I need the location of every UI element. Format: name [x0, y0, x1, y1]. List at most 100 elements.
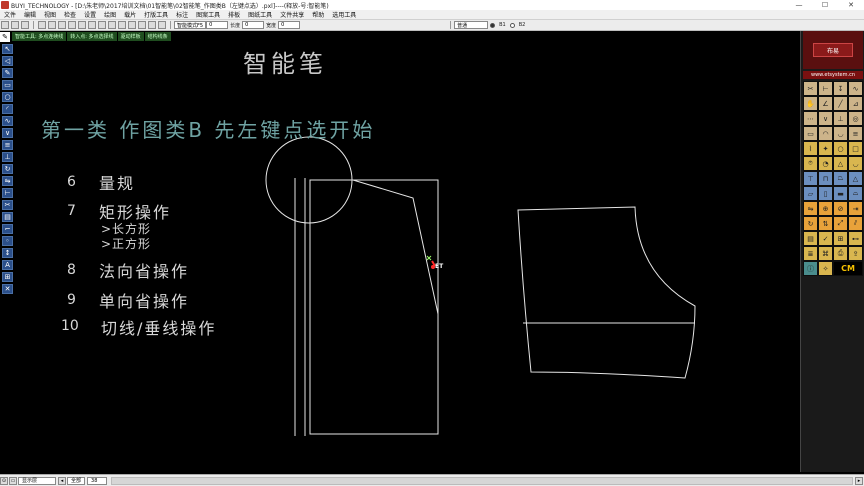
measure-icon[interactable]: ⊢ [2, 188, 13, 198]
zoom-fit-icon[interactable] [58, 21, 66, 29]
sleeve-tool-icon[interactable]: ◡ [833, 126, 848, 141]
smart-pen-icon[interactable]: ✎ [2, 68, 13, 78]
help-icon[interactable] [158, 21, 166, 29]
cone-tool-icon[interactable]: △ [833, 156, 848, 171]
placket-tool-icon[interactable]: ▯ [818, 186, 833, 201]
seam-allowance-tool-icon[interactable]: ▤ [803, 231, 818, 246]
menu-edit[interactable]: 编辑 [20, 10, 40, 19]
line-tool-icon[interactable]: ╱ [833, 96, 848, 111]
width-field[interactable]: 0 [278, 21, 301, 29]
pin-icon[interactable]: ⊙ [0, 476, 8, 485]
band-tool-icon[interactable]: ▬ [833, 186, 848, 201]
cut-icon[interactable]: ✂ [2, 200, 13, 210]
pan-icon[interactable] [68, 21, 76, 29]
pleat-icon[interactable]: ≡ [2, 140, 13, 150]
measure-icon[interactable] [128, 21, 136, 29]
frame-tool-icon[interactable]: □ [848, 141, 863, 156]
menu-help[interactable]: 帮助 [308, 10, 328, 19]
close-button[interactable]: ✕ [838, 0, 864, 10]
mirror-icon[interactable]: ⇋ [2, 176, 13, 186]
scale-tool-icon[interactable]: ⤢ [833, 216, 848, 231]
cm-unit-button[interactable]: CM [833, 261, 863, 276]
menu-grading-tools[interactable]: 图案工具 [192, 10, 224, 19]
mode-value-field[interactable]: 0 [206, 21, 229, 29]
scissors-tool-icon[interactable]: ✂ [803, 81, 818, 96]
circle-icon[interactable]: ○ [2, 92, 13, 102]
undo-icon[interactable] [78, 21, 86, 29]
notch-tool-icon[interactable]: ⊥ [833, 111, 848, 126]
offset-tool-icon[interactable]: ⫽ [848, 216, 863, 231]
grain-icon[interactable]: ↕ [2, 248, 13, 258]
dress-tool-icon[interactable]: △ [848, 171, 863, 186]
scroll-left-icon[interactable]: ◂ [58, 476, 66, 485]
menu-file-share[interactable]: 文件共享 [276, 10, 308, 19]
menu-layout[interactable]: 排板 [224, 10, 244, 19]
hand-tool-icon[interactable]: ✋ [803, 96, 818, 111]
layer-select[interactable]: 普通 [454, 21, 489, 29]
zoom-value[interactable]: 38 [87, 476, 108, 485]
export-tool-icon[interactable]: ⇪ [848, 246, 863, 261]
layers-icon[interactable] [118, 21, 126, 29]
refresh-icon[interactable] [138, 21, 146, 29]
delete-icon[interactable]: ✕ [2, 284, 13, 294]
radio-b1[interactable] [490, 22, 496, 28]
align-tool-icon[interactable]: ≣ [803, 246, 818, 261]
new-file-icon[interactable] [1, 21, 9, 29]
menu-select-tools[interactable]: 选用工具 [328, 10, 360, 19]
cuff-tool-icon[interactable]: ▱ [803, 186, 818, 201]
menu-view[interactable]: 视图 [40, 10, 60, 19]
hole-tool-icon[interactable]: ○ [833, 141, 848, 156]
zoom-all-button[interactable]: 全部 [67, 476, 86, 485]
radio-b2[interactable] [509, 22, 515, 28]
scroll-right-icon[interactable]: ▸ [855, 476, 863, 485]
dart-icon[interactable]: ∨ [2, 128, 13, 138]
flip-tool-icon[interactable]: ⇅ [818, 216, 833, 231]
split-tool-icon[interactable]: ⊘ [833, 201, 848, 216]
dart-line[interactable] [352, 179, 439, 315]
zoom-in-icon[interactable] [38, 21, 46, 29]
arc-icon[interactable]: ◜ [2, 104, 13, 114]
save-icon[interactable] [21, 21, 29, 29]
text-icon[interactable]: A [2, 260, 13, 270]
dart-tool-icon[interactable]: ∨ [818, 111, 833, 126]
menu-piece[interactable]: 载片 [120, 10, 140, 19]
hole-icon[interactable]: ◦ [2, 236, 13, 246]
settings-icon[interactable] [148, 21, 156, 29]
collar-tool-icon[interactable]: ◠ [818, 126, 833, 141]
menu-settings[interactable]: 设置 [80, 10, 100, 19]
skirt-tool-icon[interactable]: ⏢ [833, 171, 848, 186]
grid-tool-icon[interactable]: ⊞ [833, 231, 848, 246]
notch-icon[interactable]: ⊥ [2, 152, 13, 162]
info-tool-icon[interactable]: ⓘ [803, 261, 818, 276]
menu-check[interactable]: 检查 [60, 10, 80, 19]
menu-pattern-tools[interactable]: 打版工具 [140, 10, 172, 19]
menu-sheet-tools[interactable]: 图纸工具 [244, 10, 276, 19]
maximize-button[interactable]: ☐ [812, 0, 838, 10]
layer-display-select[interactable]: 显示层 [18, 476, 56, 485]
length-field[interactable]: 0 [242, 21, 265, 29]
adjust-icon[interactable]: ◁ [2, 56, 13, 66]
mode-select[interactable]: 智能模式F5 [174, 21, 207, 29]
pleat-tool-icon[interactable]: ≡ [848, 126, 863, 141]
grade-tool-icon[interactable]: ⊿ [848, 96, 863, 111]
measure-tool-icon[interactable]: ⊷ [848, 231, 863, 246]
open-file-icon[interactable] [11, 21, 19, 29]
drawing-canvas[interactable]: 智能笔 第一类 作图类B 先左键点选开始 6 量规 7 矩形操作 >长方形 >正… [15, 42, 790, 474]
angle-tool-icon[interactable]: ∠ [818, 96, 833, 111]
drop-tool-icon[interactable]: ◔ [818, 156, 833, 171]
horizontal-scrollbar[interactable] [111, 476, 853, 485]
menu-annotate[interactable]: 标注 [172, 10, 192, 19]
menu-draw[interactable]: 绘图 [100, 10, 120, 19]
pin-tool-icon[interactable]: ↧ [833, 81, 848, 96]
redo-icon[interactable] [88, 21, 96, 29]
stitch-tool-icon[interactable]: ⋯ [803, 111, 818, 126]
trouser-piece[interactable] [517, 206, 696, 379]
jacket-tool-icon[interactable]: ⊓ [818, 171, 833, 186]
menu-file[interactable]: 文件 [0, 10, 20, 19]
cup-tool-icon[interactable]: ◡ [848, 156, 863, 171]
sewing-tool-icon[interactable]: ⌇ [803, 141, 818, 156]
curve-icon[interactable]: ∿ [2, 116, 13, 126]
extend-tool-icon[interactable]: ⇥ [848, 201, 863, 216]
print-icon[interactable] [98, 21, 106, 29]
marker-tool-icon[interactable]: ✦ [818, 141, 833, 156]
